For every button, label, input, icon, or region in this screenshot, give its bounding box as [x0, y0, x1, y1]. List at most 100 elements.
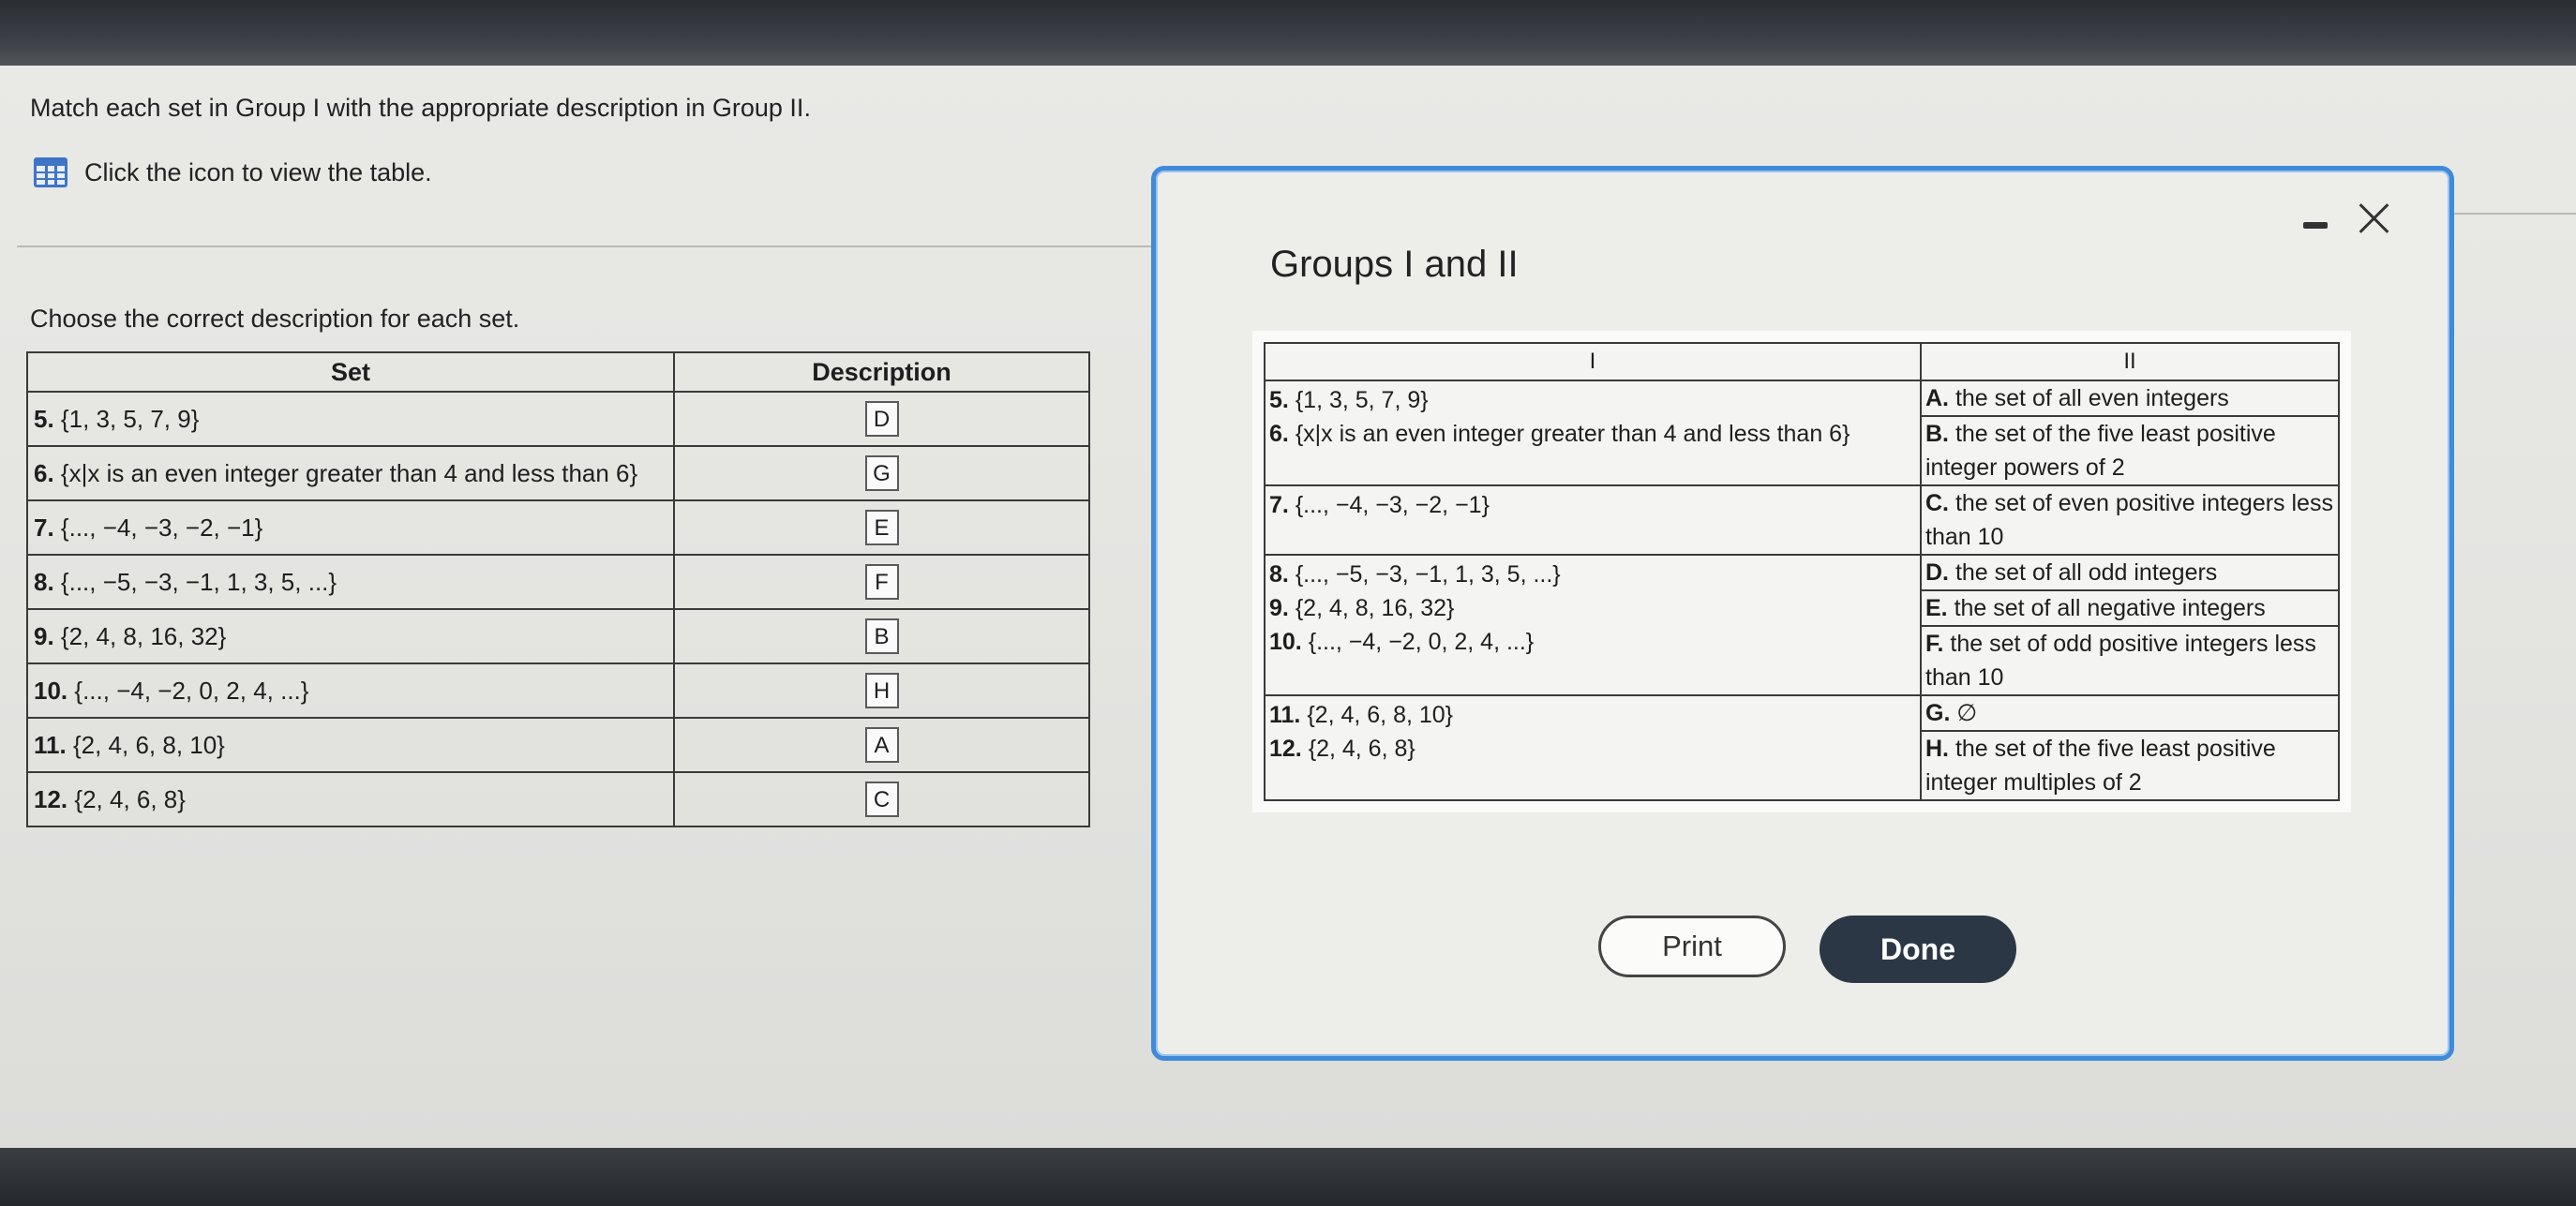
table-row: 6. {x|x is an even integer greater than …	[26, 445, 1090, 501]
table-grid-icon[interactable]	[34, 157, 67, 187]
minimize-icon[interactable]	[2303, 222, 2328, 229]
description-text: the set of odd positive integers less th…	[1925, 631, 2316, 691]
table-row: 10. {..., −4, −2, 0, 2, 4, ...} H	[26, 663, 1090, 719]
answers-table: Set Description 5. {1, 3, 5, 7, 9} D 6. {x…	[26, 351, 1090, 827]
group-ii-item: C. the set of even positive integers les…	[1922, 486, 2338, 554]
group-ii-item: G. ∅	[1922, 696, 2338, 732]
set-cell: 10. {..., −4, −2, 0, 2, 4, ...}	[26, 663, 675, 719]
set-cell: 6. {x|x is an even integer greater than …	[26, 445, 675, 501]
set-value: {2, 4, 6, 8, 10}	[72, 730, 225, 759]
answer-select[interactable]: E	[864, 510, 899, 545]
group-ii-item: D. the set of all odd integers	[1922, 556, 2338, 591]
group-i-item: 12. {2, 4, 6, 8}	[1269, 732, 1916, 766]
set-value: {..., −4, −2, 0, 2, 4, ...}	[74, 676, 309, 705]
set-number: 6.	[34, 458, 54, 487]
description-cell: H	[673, 663, 1090, 719]
dialog-title: Groups I and II	[1270, 244, 1519, 285]
description-letter: B.	[1925, 421, 1949, 447]
group-i-item: 6. {x|x is an even integer greater than …	[1269, 417, 1916, 451]
set-value: {2, 4, 6, 8}	[1308, 736, 1415, 762]
group-block-row: 5. {1, 3, 5, 7, 9} 6. {x|x is an even int…	[1264, 380, 2340, 486]
close-icon[interactable]	[2358, 201, 2391, 234]
answer-select[interactable]: C	[864, 782, 899, 817]
answer-select[interactable]: B	[864, 618, 899, 654]
view-table-link[interactable]: Click the icon to view the table.	[34, 157, 432, 187]
group-block-row: 8. {..., −5, −3, −1, 1, 3, 5, ...} 9. {2,…	[1264, 554, 2340, 696]
table-row: 8. {..., −5, −3, −1, 1, 3, 5, ...} F	[26, 554, 1090, 610]
group-i-item: 8. {..., −5, −3, −1, 1, 3, 5, ...}	[1269, 558, 1916, 591]
description-text: the set of all negative integers	[1954, 595, 2266, 621]
group-i-cell: 7. {..., −4, −3, −2, −1}	[1264, 484, 1922, 556]
description-text: the set of the five least positive integ…	[1925, 736, 2276, 796]
set-value: {2, 4, 6, 8, 10}	[1307, 702, 1454, 728]
group-ii-item: B. the set of the five least positive in…	[1922, 417, 2338, 484]
description-text: the set of the five least positive integ…	[1925, 421, 2276, 481]
group-i-item: 11. {2, 4, 6, 8, 10}	[1269, 698, 1916, 732]
group-i-cell: 5. {1, 3, 5, 7, 9} 6. {x|x is an even int…	[1264, 380, 1922, 486]
description-column-header: Description	[673, 351, 1090, 393]
set-number: 8.	[34, 567, 54, 596]
set-number: 11.	[34, 730, 67, 759]
set-value: {2, 4, 8, 16, 32}	[60, 621, 227, 650]
answer-select[interactable]: H	[864, 673, 899, 708]
description-cell: E	[673, 499, 1090, 556]
table-row: 12. {2, 4, 6, 8} C	[26, 771, 1090, 827]
set-number: 12.	[1269, 736, 1302, 762]
set-cell: 12. {2, 4, 6, 8}	[26, 771, 675, 827]
view-table-label: Click the icon to view the table.	[84, 157, 432, 186]
set-cell: 8. {..., −5, −3, −1, 1, 3, 5, ...}	[26, 554, 675, 610]
set-value: {2, 4, 6, 8}	[74, 784, 186, 813]
group-ii-item: H. the set of the five least positive in…	[1922, 732, 2338, 799]
group-ii-cell: A. the set of all even integers B. the se…	[1920, 380, 2340, 486]
group-i-item: 9. {2, 4, 8, 16, 32}	[1269, 591, 1916, 625]
groups-table: I II 5. {1, 3, 5, 7, 9} 6. {x|x is an eve…	[1252, 331, 2351, 812]
set-cell: 9. {2, 4, 8, 16, 32}	[26, 608, 675, 664]
description-text: the set of even positive integers less t…	[1925, 490, 2333, 550]
instruction-text: Match each set in Group I with the appro…	[30, 94, 811, 122]
set-number: 7.	[1269, 492, 1289, 518]
answer-select[interactable]: A	[864, 727, 899, 763]
description-cell: A	[673, 717, 1090, 773]
group-block-row: 7. {..., −4, −3, −2, −1} C. the set of ev…	[1264, 484, 2340, 556]
set-value: {..., −4, −2, 0, 2, 4, ...}	[1308, 629, 1535, 655]
set-number: 9.	[1269, 595, 1289, 621]
set-number: 11.	[1269, 702, 1301, 728]
description-letter: G.	[1925, 700, 1951, 726]
set-value: {..., −4, −3, −2, −1}	[1295, 492, 1490, 518]
group-i-item: 5. {1, 3, 5, 7, 9}	[1269, 383, 1916, 417]
group-i-item: 7. {..., −4, −3, −2, −1}	[1269, 488, 1916, 522]
group-ii-cell: D. the set of all odd integers E. the set…	[1920, 554, 2340, 696]
set-column-header: Set	[26, 351, 675, 393]
group-i-cell: 11. {2, 4, 6, 8, 10} 12. {2, 4, 6, 8}	[1264, 694, 1922, 801]
answer-select[interactable]: F	[864, 564, 899, 600]
description-cell: D	[673, 391, 1090, 447]
description-letter: F.	[1925, 631, 1944, 657]
set-number: 12.	[34, 784, 68, 813]
groups-dialog: Groups I and II I II 5. {1, 3, 5, 7, 9} 6…	[1151, 166, 2454, 1061]
set-number: 8.	[1269, 561, 1289, 588]
description-text: ∅	[1956, 700, 1978, 726]
table-row: 5. {1, 3, 5, 7, 9} D	[26, 391, 1090, 447]
set-value: {x|x is an even integer greater than 4 a…	[1295, 421, 1850, 447]
set-value: {1, 3, 5, 7, 9}	[1295, 387, 1429, 413]
done-button[interactable]: Done	[1820, 916, 2016, 983]
table-row: 7. {..., −4, −3, −2, −1} E	[26, 499, 1090, 556]
description-letter: E.	[1925, 595, 1948, 621]
description-letter: A.	[1925, 385, 1949, 411]
set-number: 10.	[34, 676, 68, 705]
set-cell: 11. {2, 4, 6, 8, 10}	[26, 717, 675, 773]
set-value: {..., −5, −3, −1, 1, 3, 5, ...}	[1295, 561, 1561, 588]
answer-select[interactable]: G	[864, 455, 899, 491]
table-row: 11. {2, 4, 6, 8, 10} A	[26, 717, 1090, 773]
set-value: {2, 4, 8, 16, 32}	[1295, 595, 1455, 621]
set-cell: 7. {..., −4, −3, −2, −1}	[26, 499, 675, 556]
group-i-item: 10. {..., −4, −2, 0, 2, 4, ...}	[1269, 625, 1916, 659]
print-button[interactable]: Print	[1598, 916, 1786, 977]
set-value: {x|x is an even integer greater than 4 a…	[60, 458, 638, 487]
group-ii-item: F. the set of odd positive integers less…	[1922, 627, 2338, 694]
answer-select[interactable]: D	[864, 401, 899, 437]
bottom-bezel	[0, 1148, 2576, 1206]
description-letter: H.	[1925, 736, 1949, 762]
group-ii-cell: G. ∅ H. the set of the five least positiv…	[1920, 694, 2340, 801]
group-ii-header: II	[1920, 342, 2340, 381]
